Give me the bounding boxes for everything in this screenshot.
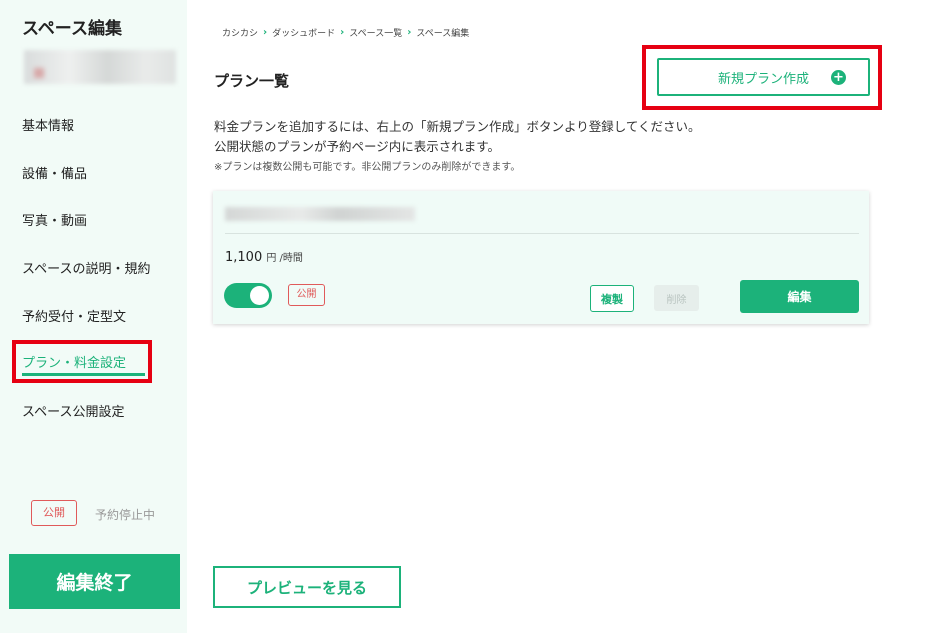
price-value: 1,100 [225, 250, 263, 265]
breadcrumb-item: スペース編集 [416, 29, 470, 39]
chevron-right-icon: › [263, 27, 268, 38]
chevron-right-icon: › [407, 27, 412, 38]
plan-name-redacted [225, 207, 415, 221]
delete-button: 削除 [654, 285, 699, 311]
highlight-box-plans [12, 340, 152, 383]
edit-button[interactable]: 編集 [740, 280, 859, 313]
sidebar-item-photos[interactable]: 写真・動画 [22, 210, 87, 229]
price-unit: 円 /時間 [266, 253, 303, 264]
new-plan-button[interactable]: 新規プラン作成 + [657, 58, 870, 96]
plan-price: 1,100 円 /時間 [225, 249, 303, 265]
divider [225, 233, 859, 234]
copy-button[interactable]: 複製 [590, 285, 634, 312]
new-plan-button-label: 新規プラン作成 [717, 71, 809, 87]
plan-card: 1,100 円 /時間 公開 複製 削除 編集 [213, 191, 869, 324]
toggle-knob [250, 286, 269, 305]
sidebar-item-basic-info[interactable]: 基本情報 [22, 115, 74, 134]
publish-toggle[interactable] [224, 283, 272, 308]
status-badge: 公開 [31, 500, 77, 526]
sidebar-item-equipment[interactable]: 設備・備品 [22, 163, 87, 182]
preview-button[interactable]: プレビューを見る [213, 566, 401, 608]
breadcrumb-item[interactable]: スペース一覧 [349, 26, 402, 39]
sidebar: スペース編集 基本情報 設備・備品 写真・動画 スペースの説明・規約 予約受付・… [0, 0, 187, 633]
finish-editing-button[interactable]: 編集終了 [9, 554, 180, 609]
description-line-1: 料金プランを追加するには、右上の「新規プラン作成」ボタンより登録してください。 [214, 119, 701, 134]
space-name-redacted [24, 50, 176, 84]
description-line-2: 公開状態のプランが予約ページ内に表示されます。 [214, 139, 501, 154]
plus-circle-icon: + [831, 70, 846, 85]
breadcrumb-item[interactable]: ダッシュボード [272, 26, 335, 39]
plan-status-badge: 公開 [288, 284, 325, 306]
sidebar-item-publish[interactable]: スペース公開設定 [22, 401, 124, 420]
sidebar-title: スペース編集 [22, 19, 122, 39]
note-text: ※プランは複数公開も可能です。非公開プランのみ削除ができます。 [214, 162, 521, 173]
page-title: プラン一覧 [214, 72, 290, 90]
chevron-right-icon: › [340, 27, 345, 38]
sidebar-item-booking[interactable]: 予約受付・定型文 [22, 306, 126, 325]
breadcrumb: カシカシ › ダッシュボード › スペース一覧 › スペース編集 [222, 26, 469, 39]
sidebar-item-description[interactable]: スペースの説明・規約 [22, 258, 150, 277]
booking-status-text: 予約停止中 [95, 508, 156, 522]
breadcrumb-item[interactable]: カシカシ [222, 26, 258, 39]
